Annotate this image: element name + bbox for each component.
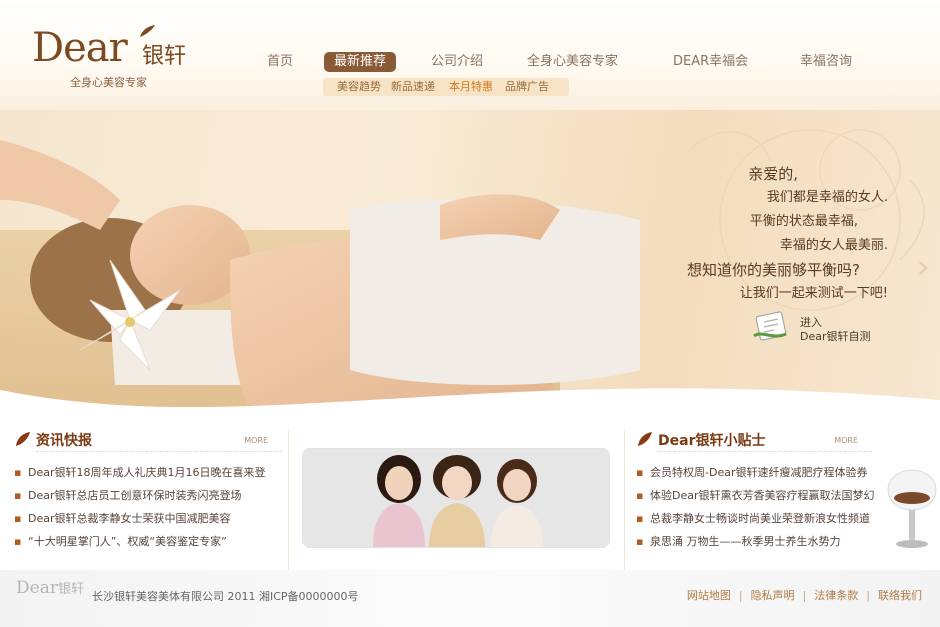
slogan-line: 平衡的状态最幸福, [749, 214, 858, 229]
content-area: 资讯快报 MORE ▪ Dear银轩18周年成人礼庆典1月16日晚在喜来登 ▪ De… [0, 430, 940, 570]
footer: Dear银轩 长沙银轩美容美体有限公司 2011 湘ICP备0000000号 网… [0, 570, 940, 627]
tip-item[interactable]: ▪ 体验Dear银轩熏衣芳香美容疗程赢取法国梦幻 [636, 489, 875, 512]
tip-item[interactable]: ▪ 总裁李静女士畅谈时尚美业荣登新浪女性频道 [636, 512, 875, 535]
tips-section: Dear银轩小贴士 MORE ▪ 会员特权周-Dear银轩速纤瘦减肥疗程体验券 ▪… [636, 430, 875, 548]
bullet-icon: ▪ [636, 489, 644, 502]
news-header: 资讯快报 MORE [14, 430, 282, 452]
leaf-icon [140, 25, 155, 37]
copyright-text: 长沙银轩美容美体有限公司 2011 湘ICP备0000000号 [92, 590, 359, 603]
logo-chinese: 银轩 [142, 44, 187, 69]
subnav-item-trends[interactable]: 美容趋势 [337, 78, 381, 96]
footer-link-privacy[interactable]: 隐私声明 [751, 589, 795, 602]
chair-decoration-icon [887, 469, 937, 548]
nav-item-beauty-expert[interactable]: 全身心美容专家 [527, 52, 618, 72]
bullet-icon: ▪ [14, 512, 22, 525]
separator: | [802, 589, 807, 602]
tips-header: Dear银轩小贴士 MORE [636, 430, 872, 452]
news-more-link[interactable]: MORE [244, 436, 268, 445]
banner-slogan: 亲爱的, 我们都是幸福的女人. 平衡的状态最幸福, 幸福的女人最美丽. 想知道你… [687, 162, 888, 306]
self-test-link[interactable]: 进入 Dear银轩自测 [752, 310, 892, 350]
footer-logo[interactable]: Dear银轩 [16, 578, 84, 598]
column-divider [288, 430, 289, 570]
page: Dear 银轩 全身心美容专家 首页 最新推荐 公司介绍 全身心美容专家 DEA… [0, 0, 940, 627]
sub-nav: 美容趋势 新品速递 本月特惠 品牌广告 [323, 78, 569, 96]
slogan-line: 让我们一起来测试一下吧! [739, 286, 888, 301]
tip-item[interactable]: ▪ 会员特权周-Dear银轩速纤瘦减肥疗程体验券 [636, 466, 875, 489]
footer-link-sitemap[interactable]: 网站地图 [687, 589, 731, 602]
column-divider [624, 430, 625, 570]
slogan-line: 幸福的女人最美丽. [779, 238, 888, 253]
bullet-icon: ▪ [14, 466, 22, 479]
footer-links: 网站地图 | 隐私声明 | 法律条款 | 联络我们 [687, 587, 922, 603]
questionnaire-icon [753, 311, 787, 341]
nav-item-latest[interactable]: 最新推荐 [324, 52, 397, 72]
slogan-line: 亲爱的, [748, 165, 798, 183]
divider [658, 451, 872, 452]
slogan-line: 想知道你的美丽够平衡吗? [687, 261, 860, 279]
nav-item-happiness-club[interactable]: DEAR幸福会 [673, 52, 748, 72]
subnav-item-monthly-deals[interactable]: 本月特惠 [449, 78, 493, 96]
hero-banner: ‹ › 亲爱的, 我们都是幸福的女人. 平衡的状态最幸福, 幸福的女人最美丽. … [0, 110, 940, 430]
leaf-icon [638, 432, 652, 446]
news-item[interactable]: ▪ Dear银轩18周年成人礼庆典1月16日晚在喜来登 [14, 466, 266, 489]
bullet-icon: ▪ [636, 535, 644, 548]
news-list: ▪ Dear银轩18周年成人礼庆典1月16日晚在喜来登 ▪ Dear银轩总店员工创意… [14, 466, 266, 558]
three-women-photo [303, 449, 609, 547]
separator: | [738, 589, 743, 602]
nav-item-consult[interactable]: 幸福咨询 [800, 52, 852, 72]
logo[interactable]: Dear 银轩 全身心美容专家 [32, 24, 212, 94]
tips-more-link[interactable]: MORE [834, 436, 858, 445]
news-title: 资讯快报 [36, 433, 92, 449]
bullet-icon: ▪ [14, 489, 22, 502]
promo-image[interactable] [302, 448, 610, 548]
footer-link-legal[interactable]: 法律条款 [814, 589, 858, 602]
nav-item-about[interactable]: 公司介绍 [431, 52, 483, 72]
tip-item[interactable]: ▪ 泉思涌 万物生——秋季男士养生水势力 [636, 535, 875, 558]
separator: | [866, 589, 870, 602]
bullet-icon: ▪ [636, 512, 644, 525]
self-test-line2: Dear银轩自测 [800, 330, 871, 343]
news-item[interactable]: ▪ Dear银轩总裁李静女士荣获中国减肥美容 [14, 512, 266, 535]
footer-link-contact[interactable]: 联络我们 [878, 589, 922, 602]
nav-item-home[interactable]: 首页 [267, 52, 293, 72]
leaf-icon [16, 432, 30, 446]
next-slide-arrow-icon[interactable]: › [916, 250, 930, 284]
news-item[interactable]: ▪ Dear银轩总店员工创意环保时装秀闪亮登场 [14, 489, 266, 512]
news-item[interactable]: ▪ “十大明星掌门人”、权威“美容鉴定专家” [14, 535, 266, 558]
self-test-line1: 进入 [800, 316, 822, 329]
prev-slide-arrow-icon[interactable]: ‹ [8, 250, 22, 284]
tips-title: Dear银轩小贴士 [658, 433, 766, 449]
subnav-item-new-products[interactable]: 新品速递 [391, 78, 435, 96]
divider [36, 451, 282, 452]
logo-english: Dear [32, 25, 128, 71]
tagline: 全身心美容专家 [70, 76, 147, 89]
subnav-item-brand-ads[interactable]: 品牌广告 [505, 78, 549, 96]
bullet-icon: ▪ [636, 466, 644, 479]
bullet-icon: ▪ [14, 535, 22, 548]
tips-list: ▪ 会员特权周-Dear银轩速纤瘦减肥疗程体验券 ▪ 体验Dear银轩熏衣芳香美容疗… [636, 466, 875, 558]
header: Dear 银轩 全身心美容专家 首页 最新推荐 公司介绍 全身心美容专家 DEA… [0, 0, 940, 110]
slogan-line: 我们都是幸福的女人. [766, 190, 888, 205]
news-section: 资讯快报 MORE ▪ Dear银轩18周年成人礼庆典1月16日晚在喜来登 ▪ De… [14, 430, 282, 548]
